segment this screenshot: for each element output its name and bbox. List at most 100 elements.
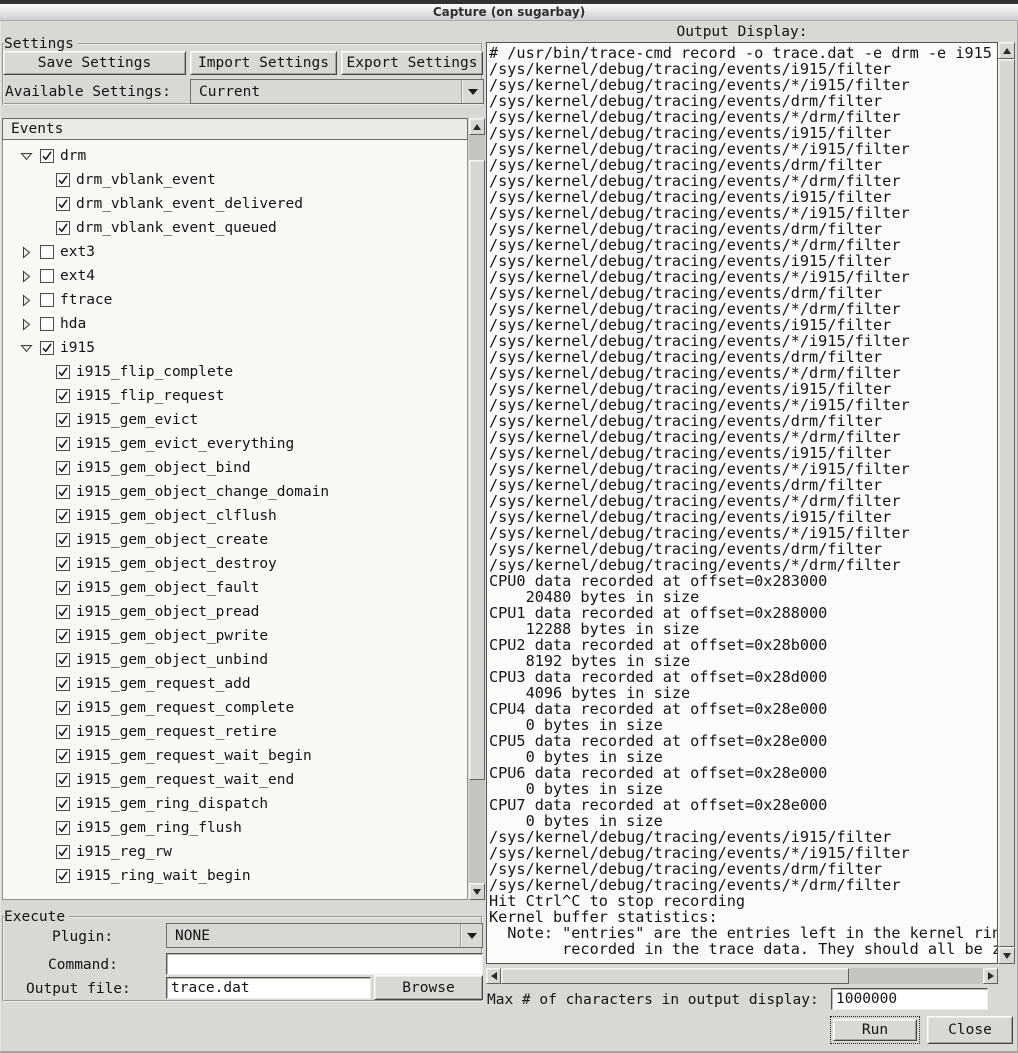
titlebar: Capture (on sugarbay)	[0, 0, 1018, 21]
tree-row[interactable]: drm_vblank_event_delivered	[3, 192, 467, 216]
events-column-header[interactable]: Events	[2, 118, 468, 140]
expander-open-icon[interactable]	[20, 342, 33, 355]
event-checkbox[interactable]	[56, 413, 70, 427]
event-checkbox[interactable]	[56, 629, 70, 643]
event-checkbox[interactable]	[56, 557, 70, 571]
event-checkbox[interactable]	[56, 677, 70, 691]
event-checkbox[interactable]	[56, 173, 70, 187]
save-settings-button[interactable]: Save Settings	[3, 51, 186, 75]
export-settings-button[interactable]: Export Settings	[341, 51, 483, 75]
event-checkbox[interactable]	[56, 197, 70, 211]
tree-row[interactable]: i915_gem_request_retire	[3, 720, 467, 744]
expander-closed-icon[interactable]	[20, 294, 33, 307]
checkmark-icon	[57, 534, 69, 546]
tree-row[interactable]: i915_reg_rw	[3, 840, 467, 864]
event-checkbox[interactable]	[56, 653, 70, 667]
event-checkbox[interactable]	[56, 365, 70, 379]
import-settings-button[interactable]: Import Settings	[190, 51, 337, 75]
event-checkbox[interactable]	[56, 821, 70, 835]
tree-row[interactable]: i915_gem_request_add	[3, 672, 467, 696]
event-label: i915_gem_object_pread	[76, 604, 259, 620]
event-checkbox[interactable]	[56, 773, 70, 787]
tree-row[interactable]: i915_gem_object_pwrite	[3, 624, 467, 648]
events-scrollbar[interactable]	[469, 118, 485, 900]
event-checkbox[interactable]	[40, 245, 54, 259]
event-checkbox[interactable]	[56, 533, 70, 547]
available-settings-combobox[interactable]: Current	[190, 79, 484, 104]
event-checkbox[interactable]	[56, 437, 70, 451]
run-button[interactable]: Run	[833, 1019, 917, 1041]
scroll-down-button[interactable]	[998, 947, 1015, 964]
event-checkbox[interactable]	[40, 317, 54, 331]
tree-row[interactable]: drm_vblank_event_queued	[3, 216, 467, 240]
event-checkbox[interactable]	[56, 701, 70, 715]
tree-row[interactable]: drm	[3, 144, 467, 168]
tree-row[interactable]: ext3	[3, 240, 467, 264]
output-vscrollbar-thumb[interactable]	[998, 59, 1015, 947]
plugin-combobox[interactable]: NONE	[166, 923, 483, 948]
tree-row[interactable]: i915_gem_object_pread	[3, 600, 467, 624]
tree-row[interactable]: i915_gem_object_bind	[3, 456, 467, 480]
tree-row[interactable]: ftrace	[3, 288, 467, 312]
tree-row[interactable]: i915	[3, 336, 467, 360]
capture-window: Capture (on sugarbay) Settings Save Sett…	[0, 0, 1018, 1053]
tree-row[interactable]: ext4	[3, 264, 467, 288]
scroll-down-button[interactable]	[469, 883, 485, 900]
tree-row[interactable]: i915_ring_wait_begin	[3, 864, 467, 888]
event-checkbox[interactable]	[56, 389, 70, 403]
output-file-input[interactable]	[166, 977, 371, 999]
close-button[interactable]: Close	[927, 1016, 1013, 1044]
checkmark-icon	[57, 198, 69, 210]
event-checkbox[interactable]	[56, 845, 70, 859]
tree-row[interactable]: i915_gem_evict_everything	[3, 432, 467, 456]
events-tree[interactable]: drmdrm_vblank_eventdrm_vblank_event_deli…	[2, 140, 468, 900]
tree-row[interactable]: i915_gem_object_clflush	[3, 504, 467, 528]
event-checkbox[interactable]	[40, 149, 54, 163]
expander-closed-icon[interactable]	[20, 318, 33, 331]
tree-row[interactable]: i915_gem_ring_dispatch	[3, 792, 467, 816]
event-checkbox[interactable]	[40, 269, 54, 283]
run-button-focus-ring: Run	[830, 1016, 920, 1044]
tree-row[interactable]: i915_gem_request_wait_end	[3, 768, 467, 792]
event-checkbox[interactable]	[56, 461, 70, 475]
scroll-up-button[interactable]	[998, 42, 1015, 59]
tree-row[interactable]: i915_gem_evict	[3, 408, 467, 432]
tree-row[interactable]: i915_gem_request_wait_begin	[3, 744, 467, 768]
tree-row[interactable]: hda	[3, 312, 467, 336]
output-hscrollbar[interactable]	[486, 968, 998, 984]
tree-row[interactable]: i915_gem_object_fault	[3, 576, 467, 600]
event-checkbox[interactable]	[56, 797, 70, 811]
tree-row[interactable]: i915_flip_request	[3, 384, 467, 408]
event-checkbox[interactable]	[56, 581, 70, 595]
event-checkbox[interactable]	[56, 725, 70, 739]
output-hscrollbar-thumb[interactable]	[501, 968, 849, 984]
command-input[interactable]	[166, 953, 483, 975]
expander-closed-icon[interactable]	[20, 246, 33, 259]
event-checkbox[interactable]	[56, 509, 70, 523]
scroll-left-button[interactable]	[486, 968, 501, 984]
expander-closed-icon[interactable]	[20, 270, 33, 283]
event-checkbox[interactable]	[56, 605, 70, 619]
scroll-right-button[interactable]	[983, 968, 998, 984]
tree-row[interactable]: i915_gem_ring_flush	[3, 816, 467, 840]
tree-row[interactable]: i915_gem_object_unbind	[3, 648, 467, 672]
tree-row[interactable]: i915_gem_object_destroy	[3, 552, 467, 576]
event-checkbox[interactable]	[56, 485, 70, 499]
scroll-up-button[interactable]	[469, 118, 485, 135]
event-checkbox[interactable]	[40, 341, 54, 355]
expander-open-icon[interactable]	[20, 150, 33, 163]
event-checkbox[interactable]	[40, 293, 54, 307]
tree-row[interactable]: i915_gem_request_complete	[3, 696, 467, 720]
output-display[interactable]: # /usr/bin/trace-cmd record -o trace.dat…	[486, 42, 998, 964]
tree-row[interactable]: drm_vblank_event	[3, 168, 467, 192]
event-checkbox[interactable]	[56, 869, 70, 883]
tree-row[interactable]: i915_gem_object_change_domain	[3, 480, 467, 504]
tree-row[interactable]: i915_flip_complete	[3, 360, 467, 384]
tree-row[interactable]: i915_gem_object_create	[3, 528, 467, 552]
max-chars-input[interactable]	[831, 988, 988, 1010]
event-checkbox[interactable]	[56, 749, 70, 763]
events-scrollbar-thumb[interactable]	[469, 160, 485, 780]
event-checkbox[interactable]	[56, 221, 70, 235]
output-vscrollbar[interactable]	[998, 42, 1015, 964]
browse-button[interactable]: Browse	[374, 975, 483, 1000]
